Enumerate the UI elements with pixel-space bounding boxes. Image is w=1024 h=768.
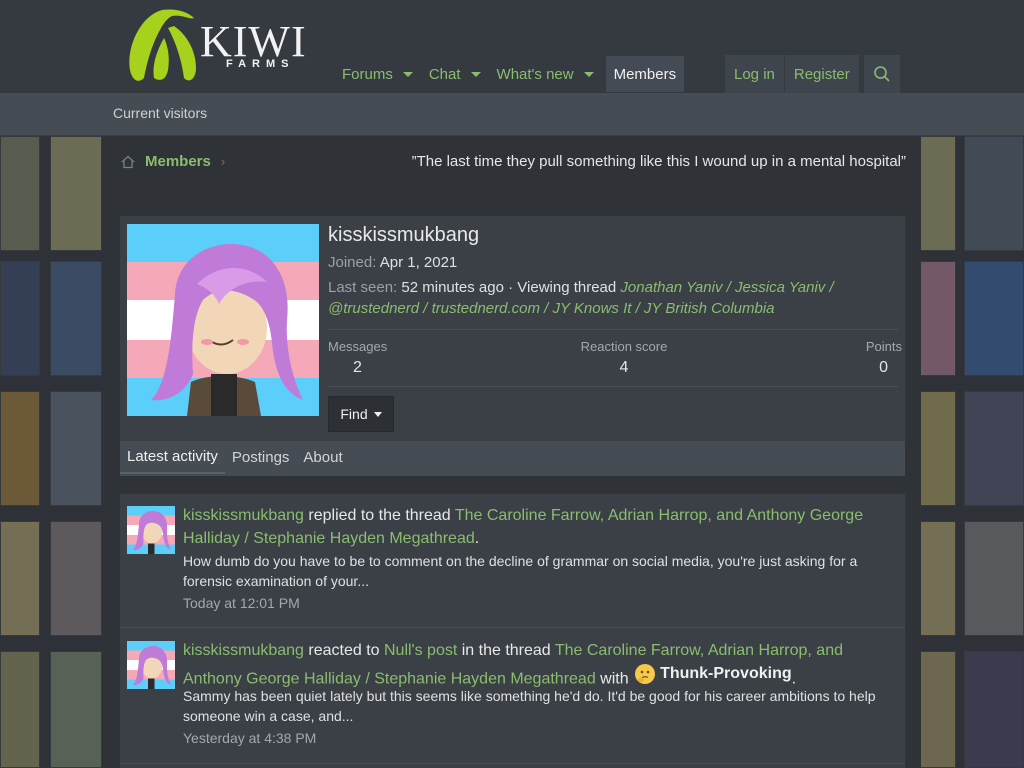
main-nav: Forums Chat What's new Members bbox=[334, 56, 685, 92]
stat-reaction-score: Reaction score 4 bbox=[579, 339, 669, 377]
activity-with: with bbox=[595, 670, 634, 688]
stat-points[interactable]: Points 0 bbox=[858, 339, 902, 377]
activity-timestamp[interactable]: Today at 12:01 PM bbox=[183, 595, 300, 611]
activity-snippet[interactable]: How dumb do you have to be to comment on… bbox=[183, 551, 898, 591]
register-button[interactable]: Register bbox=[783, 55, 859, 93]
nav-whats-new-label: What's new bbox=[496, 65, 574, 83]
tab-latest-activity[interactable]: Latest activity bbox=[120, 441, 225, 474]
nav-forums-label: Forums bbox=[342, 65, 393, 83]
reaction-badge: Thunk-Provoking bbox=[633, 662, 792, 685]
joined-label: Joined: bbox=[328, 254, 377, 271]
activity-user-link[interactable]: kisskissmukbang bbox=[183, 642, 304, 659]
member-profile-card: kisskissmukbang Joined: Apr 1, 2021 Last… bbox=[119, 215, 906, 476]
stat-reaction-label: Reaction score bbox=[580, 339, 668, 354]
profile-username: kisskissmukbang bbox=[328, 224, 480, 246]
chevron-down-icon bbox=[373, 411, 382, 417]
stats-divider-bottom bbox=[328, 386, 898, 387]
list-item: kisskissmukbang replied to the thread Th… bbox=[120, 494, 905, 628]
nav-chat-label: Chat bbox=[428, 65, 461, 83]
header-quote: ”The last time they pull something like … bbox=[411, 153, 906, 170]
avatar[interactable] bbox=[127, 506, 175, 554]
sub-navigation: Current visitors bbox=[0, 93, 1024, 136]
nav-members-label: Members bbox=[613, 65, 677, 83]
last-seen-info: Last seen: 52 minutes ago · Viewing thre… bbox=[328, 277, 888, 319]
activity-timestamp[interactable]: Yesterday at 4:38 PM bbox=[183, 730, 316, 746]
nav-forums[interactable]: Forums bbox=[334, 56, 421, 92]
breadcrumb-members[interactable]: Members bbox=[145, 153, 211, 170]
nav-whats-new[interactable]: What's new bbox=[489, 56, 602, 92]
stat-messages-value: 2 bbox=[353, 359, 362, 376]
activity-verb: reacted to bbox=[303, 642, 384, 659]
stat-points-value: 0 bbox=[879, 359, 888, 376]
home-icon[interactable] bbox=[121, 155, 135, 169]
activity-end: . bbox=[474, 530, 480, 547]
last-seen-value: 52 minutes ago · Viewing thread bbox=[401, 279, 617, 296]
kiwi-logo-icon bbox=[129, 9, 196, 81]
background-comic-left bbox=[0, 136, 103, 768]
chevron-down-icon[interactable] bbox=[583, 71, 594, 77]
activity-snippet[interactable]: Sammy has been quiet lately but this see… bbox=[183, 686, 898, 726]
user-avatar-image bbox=[127, 641, 175, 689]
activity-feed: kisskissmukbang replied to the thread Th… bbox=[119, 493, 906, 768]
find-menu-button[interactable]: Find bbox=[328, 396, 394, 432]
account-buttons: Log in Register bbox=[725, 55, 859, 93]
activity-post-link[interactable]: Null's post bbox=[384, 642, 457, 659]
reaction-label: Thunk-Provoking bbox=[660, 665, 792, 682]
activity-description: kisskissmukbang replied to the thread Th… bbox=[183, 504, 898, 550]
chevron-down-icon[interactable] bbox=[470, 71, 481, 77]
list-item: kisskissmukbang reacted to Null's post i… bbox=[120, 629, 905, 764]
activity-mid: in the thread bbox=[457, 642, 555, 659]
stat-reaction-value: 4 bbox=[619, 359, 629, 376]
tab-postings[interactable]: Postings bbox=[225, 441, 297, 474]
search-icon bbox=[874, 66, 890, 82]
joined-value: Apr 1, 2021 bbox=[379, 254, 458, 271]
activity-end: . bbox=[791, 670, 797, 688]
stat-points-label: Points bbox=[865, 339, 902, 354]
stat-messages-label: Messages bbox=[328, 339, 388, 354]
current-visitors-link[interactable]: Current visitors bbox=[113, 105, 207, 121]
avatar[interactable] bbox=[127, 224, 319, 416]
site-header: KIWI FARMS Forums Chat What's new Member… bbox=[0, 0, 1024, 93]
stats-divider-top bbox=[328, 329, 898, 330]
stat-messages[interactable]: Messages 2 bbox=[328, 339, 387, 377]
tab-about[interactable]: About bbox=[296, 441, 349, 474]
last-seen-label: Last seen: bbox=[328, 279, 398, 296]
nav-chat[interactable]: Chat bbox=[421, 56, 489, 92]
chevron-right-icon: › bbox=[220, 154, 226, 169]
find-button-label: Find bbox=[340, 406, 368, 422]
activity-verb: replied to the thread bbox=[303, 507, 455, 524]
chevron-down-icon[interactable] bbox=[402, 71, 413, 77]
login-button[interactable]: Log in bbox=[725, 55, 784, 93]
profile-tabs: Latest activity Postings About bbox=[120, 441, 905, 476]
search-button[interactable] bbox=[864, 55, 900, 93]
logo-subtitle: FARMS bbox=[226, 58, 295, 70]
activity-user-link[interactable]: kisskissmukbang bbox=[183, 507, 304, 524]
background-comic-right bbox=[920, 136, 1024, 768]
user-avatar-image bbox=[127, 506, 175, 554]
nav-members[interactable]: Members bbox=[605, 56, 685, 92]
activity-description: kisskissmukbang reacted to Null's post i… bbox=[183, 639, 898, 691]
user-avatar-image bbox=[127, 224, 319, 416]
joined-info: Joined: Apr 1, 2021 bbox=[328, 254, 457, 271]
thinking-face-icon bbox=[635, 663, 656, 684]
breadcrumb: Members › bbox=[121, 153, 225, 170]
main-content: Members › ”The last time they pull somet… bbox=[103, 136, 921, 768]
avatar[interactable] bbox=[127, 641, 175, 689]
